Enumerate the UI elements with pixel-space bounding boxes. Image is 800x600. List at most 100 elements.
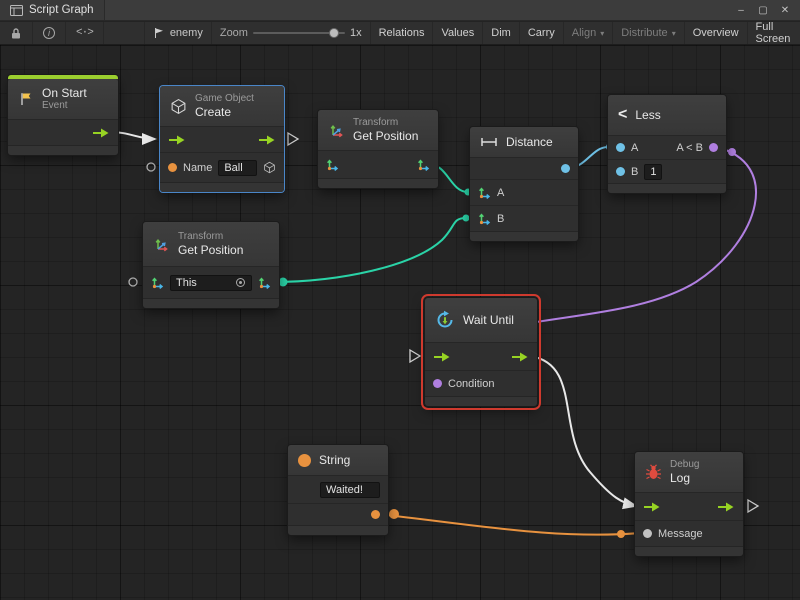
graph-asset-icon [153, 27, 165, 39]
lock-toggle[interactable] [0, 22, 33, 44]
string-type-icon [298, 454, 311, 467]
port-row [318, 150, 438, 178]
distribute-dropdown[interactable]: Distribute ▾ [612, 22, 683, 44]
dim-button[interactable]: Dim [482, 22, 519, 44]
port-label: B [631, 166, 638, 178]
code-icon: <·> [76, 27, 93, 39]
port-label: Name [183, 162, 212, 174]
port-row: A [470, 179, 578, 205]
flow-out-port[interactable] [92, 127, 110, 139]
align-dropdown[interactable]: Align ▾ [563, 22, 612, 44]
vector3-in-port[interactable] [151, 276, 164, 289]
node-on-start[interactable]: On Start Event [8, 75, 118, 155]
zoom-slider[interactable] [253, 32, 345, 34]
chevron-down-icon: ▾ [672, 29, 676, 38]
node-category: Game Object [195, 93, 254, 105]
distribute-label: Distribute [621, 27, 667, 39]
vector3-in-port[interactable] [478, 186, 491, 199]
lock-icon [10, 27, 22, 40]
less-icon: < [618, 106, 627, 124]
node-create[interactable]: Game Object Create Name Ball [160, 86, 284, 192]
distance-icon [480, 136, 498, 148]
zoom-slider-handle[interactable] [329, 28, 339, 38]
node-footer [143, 298, 279, 308]
node-title: Log [670, 471, 699, 485]
node-header: Debug Log [635, 452, 743, 492]
port-row: A A < B [608, 135, 726, 159]
node-category: Transform [353, 117, 418, 129]
node-header: Distance [470, 127, 578, 157]
window-title: Script Graph [29, 4, 94, 16]
carry-button[interactable]: Carry [519, 22, 563, 44]
values-button[interactable]: Values [432, 22, 482, 44]
object-picker-icon[interactable] [235, 277, 246, 288]
overview-button[interactable]: Overview [684, 22, 747, 44]
port-label: A [497, 187, 504, 199]
port-row: Message [635, 520, 743, 546]
gameobject-picker-icon[interactable] [263, 161, 276, 174]
node-category: Transform [178, 231, 243, 243]
bool-out-port[interactable] [709, 143, 718, 152]
flow-out-port[interactable] [511, 351, 529, 363]
chevron-down-icon: ▾ [600, 29, 604, 38]
node-header: < Less [608, 95, 726, 135]
maximize-button[interactable]: ▢ [754, 2, 772, 18]
node-header: Transform Get Position [318, 110, 438, 150]
node-distance[interactable]: Distance A B [470, 127, 578, 241]
node-header: Transform Get Position [143, 222, 279, 266]
port-row [635, 492, 743, 520]
message-in-port[interactable] [643, 529, 652, 538]
transform-icon [328, 122, 345, 139]
name-field[interactable]: Ball [218, 160, 257, 176]
zoom-control: Zoom 1x [212, 22, 370, 44]
port-label: Condition [448, 378, 494, 390]
node-less[interactable]: < Less A A < B B 1 [608, 95, 726, 193]
port-row: Waited! [288, 475, 388, 503]
minimize-button[interactable]: – [732, 2, 750, 18]
b-value-field[interactable]: 1 [644, 164, 662, 180]
node-title: Wait Until [463, 313, 514, 327]
port-row: B 1 [608, 159, 726, 183]
node-get-position-top[interactable]: Transform Get Position [318, 110, 438, 188]
flow-out-port[interactable] [258, 134, 276, 146]
graph-asset[interactable]: enemy [144, 22, 212, 44]
node-debug-log[interactable]: Debug Log Message [635, 452, 743, 556]
zoom-label: Zoom [220, 27, 248, 39]
node-footer [288, 525, 388, 535]
close-button[interactable]: ✕ [776, 2, 794, 18]
code-view-button[interactable]: <·> [66, 22, 104, 44]
vector3-in-port[interactable] [326, 158, 339, 171]
float-out-port[interactable] [561, 164, 570, 173]
float-in-port-b[interactable] [616, 167, 625, 176]
port-label: Message [658, 528, 703, 540]
string-out-port[interactable] [371, 510, 380, 519]
relations-button[interactable]: Relations [370, 22, 433, 44]
node-string[interactable]: String Waited! [288, 445, 388, 535]
float-in-port-a[interactable] [616, 143, 625, 152]
port-row [470, 157, 578, 179]
flow-in-port[interactable] [433, 351, 451, 363]
node-title: Get Position [178, 243, 243, 257]
port-row [288, 503, 388, 525]
string-input-port[interactable] [168, 163, 177, 172]
condition-in-port[interactable] [433, 379, 442, 388]
node-title: String [319, 453, 350, 467]
fullscreen-button[interactable]: Full Screen [747, 22, 800, 44]
flow-in-port[interactable] [168, 134, 186, 146]
target-field[interactable]: This [170, 275, 252, 291]
node-title: Less [635, 108, 660, 122]
string-value-field[interactable]: Waited! [320, 482, 380, 498]
tab-script-graph[interactable]: Script Graph [0, 0, 105, 20]
node-get-position-left[interactable]: Transform Get Position This [143, 222, 279, 308]
flow-in-port[interactable] [643, 501, 661, 513]
flow-out-port[interactable] [717, 501, 735, 513]
info-icon: i [43, 27, 55, 39]
name-value: Ball [224, 162, 242, 174]
vector3-out-port[interactable] [417, 158, 430, 171]
node-wait-until[interactable]: Wait Until Condition [425, 298, 537, 406]
vector3-out-port[interactable] [258, 276, 271, 289]
node-footer [635, 546, 743, 556]
vector3-in-port[interactable] [478, 212, 491, 225]
port-label: B [497, 213, 504, 225]
inspect-toggle[interactable]: i [33, 22, 66, 44]
